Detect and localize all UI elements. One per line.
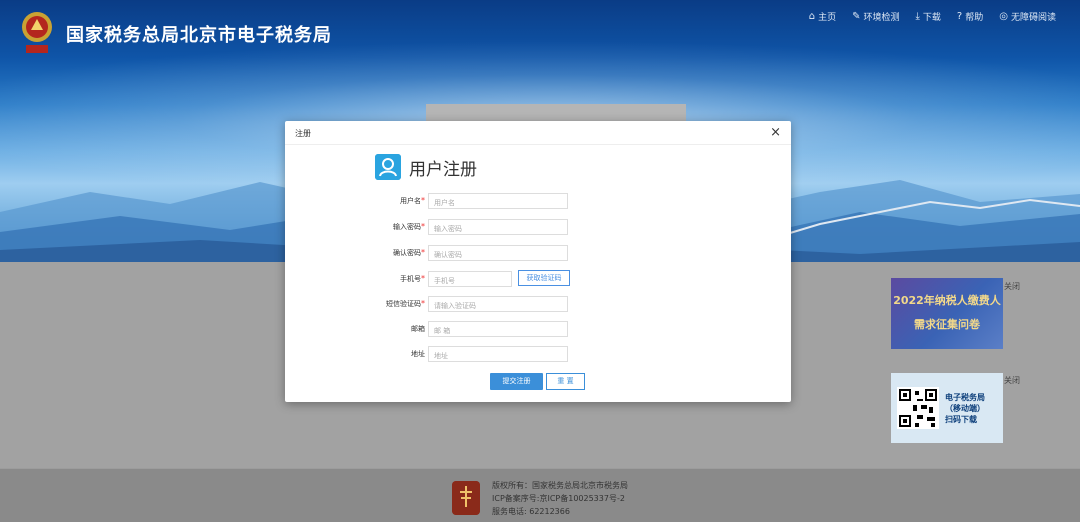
qr-text-3: 扫码下载 <box>945 414 977 424</box>
nav-label: 环境检测 <box>863 13 900 23</box>
top-nav: ⌂ 主页 ✎ 环境检测 ⤓ 下载 ? 帮助 ◎ 无障碍阅读 <box>809 10 1056 23</box>
footer-icp[interactable]: ICP备案序号:京ICP备10025337号-2 <box>492 492 628 505</box>
nav-env-check[interactable]: ✎ 环境检测 <box>852 10 899 23</box>
register-modal: 注册 × 用户注册 用户名* 用户名 输入密码* 输入密码 确认密码* 确认密码… <box>285 121 791 402</box>
field-label: 确认密码* <box>393 248 425 257</box>
ad-line-2: 需求征集问卷 <box>914 318 980 331</box>
mobile-app-qr-card: 电子税务局 （移动端） 扫码下载 <box>891 373 1003 443</box>
nav-home[interactable]: ⌂ 主页 <box>809 10 836 23</box>
form-title: 用户注册 <box>409 159 477 180</box>
nav-label: 下载 <box>922 13 941 23</box>
ad-line-1: 2022年纳税人缴费人 <box>893 294 1001 307</box>
phone-input[interactable]: 手机号 <box>428 271 512 287</box>
qr-text-1: 电子税务局 <box>945 392 985 402</box>
submit-button[interactable]: 提交注册 <box>490 373 543 390</box>
reset-button[interactable]: 重 置 <box>546 373 585 390</box>
download-icon: ⤓ <box>915 11 920 22</box>
close-qr-button[interactable]: 关闭 <box>1004 375 1020 386</box>
field-label: 手机号* <box>400 274 425 283</box>
nav-label: 帮助 <box>965 13 984 23</box>
nav-accessibility[interactable]: ◎ 无障碍阅读 <box>999 10 1056 23</box>
email-input[interactable]: 邮 箱 <box>428 321 568 337</box>
field-row-password: 输入密码* 输入密码 <box>285 219 791 235</box>
qr-code-icon <box>897 387 939 429</box>
sms-code-input[interactable]: 请输入验证码 <box>428 296 568 312</box>
password-input[interactable]: 输入密码 <box>428 219 568 235</box>
field-label: 输入密码* <box>393 222 425 231</box>
get-code-button[interactable]: 获取验证码 <box>518 270 570 286</box>
field-label: 用户名* <box>400 196 425 205</box>
nav-label: 主页 <box>818 13 837 23</box>
form-heading: 用户注册 <box>375 154 477 180</box>
footer-phone: 服务电话: 62212366 <box>492 507 570 516</box>
tax-emblem-icon <box>452 481 480 515</box>
close-ad-button[interactable]: 关闭 <box>1004 281 1020 292</box>
field-label: 短信验证码* <box>386 299 425 308</box>
confirm-password-input[interactable]: 确认密码 <box>428 245 568 261</box>
close-icon[interactable]: × <box>770 125 781 140</box>
nav-help[interactable]: ? 帮助 <box>957 10 983 23</box>
modal-header: 注册 × <box>285 121 791 145</box>
form-buttons: 提交注册 重 置 <box>490 373 585 390</box>
home-icon: ⌂ <box>808 11 816 22</box>
survey-ad-banner[interactable]: 2022年纳税人缴费人 需求征集问卷 <box>891 278 1003 349</box>
field-row-address: 地址 地址 <box>285 346 791 362</box>
modal-title: 注册 <box>295 129 311 138</box>
qr-text-2: （移动端） <box>945 403 985 413</box>
field-label: 邮箱 <box>411 325 425 333</box>
site-title: 国家税务总局北京市电子税务局 <box>66 25 332 46</box>
eye-icon: ◎ <box>999 11 1008 22</box>
field-row-sms-code: 短信验证码* 请输入验证码 <box>285 296 791 312</box>
tax-bureau-logo <box>22 12 52 53</box>
field-row-phone: 手机号* 手机号 获取验证码 <box>285 270 791 287</box>
check-icon: ✎ <box>852 11 861 22</box>
field-row-username: 用户名* 用户名 <box>285 193 791 209</box>
footer-text: 版权所有：国家税务总局北京市税务局 ICP备案序号:京ICP备10025337号… <box>492 479 628 518</box>
nav-download[interactable]: ⤓ 下载 <box>915 10 940 23</box>
help-icon: ? <box>956 11 963 22</box>
field-row-confirm-password: 确认密码* 确认密码 <box>285 245 791 261</box>
user-icon <box>375 154 401 180</box>
field-label: 地址 <box>411 350 425 358</box>
footer-copyright: 版权所有：国家税务总局北京市税务局 <box>492 481 628 490</box>
address-input[interactable]: 地址 <box>428 346 568 362</box>
field-row-email: 邮箱 邮 箱 <box>285 321 791 337</box>
username-input[interactable]: 用户名 <box>428 193 568 209</box>
nav-label: 无障碍阅读 <box>1010 13 1056 23</box>
